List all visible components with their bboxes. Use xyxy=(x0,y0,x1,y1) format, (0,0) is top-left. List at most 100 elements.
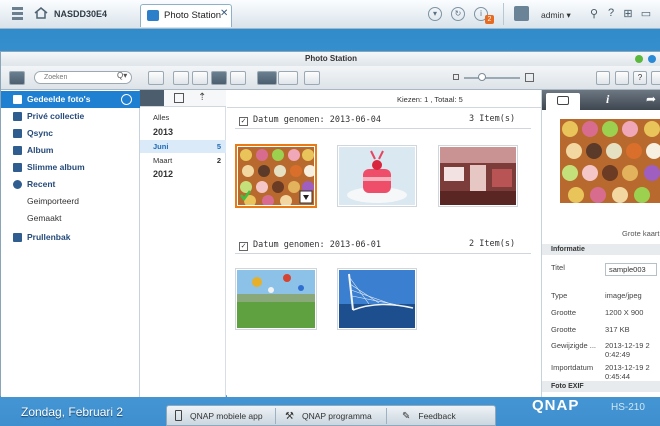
menu-icon[interactable] xyxy=(12,7,23,20)
album-icon xyxy=(13,146,22,155)
user-icon[interactable] xyxy=(514,6,529,21)
window-title: Photo Station xyxy=(1,52,660,66)
divider xyxy=(235,128,531,129)
sidebar-item-recent[interactable]: Recent xyxy=(1,176,140,193)
help-button[interactable]: ? xyxy=(633,71,647,85)
modified-label: Gewijzigde ... xyxy=(551,341,597,350)
qnap-program-button[interactable]: ⚒ QNAP programma xyxy=(285,409,372,423)
phone-icon xyxy=(175,410,182,421)
date-year-2012[interactable]: 2012 xyxy=(140,168,226,181)
sidebar-item-smart-album[interactable]: Slimme album xyxy=(1,159,140,176)
photo-thumbnail[interactable] xyxy=(235,268,317,330)
photo-filter-button[interactable] xyxy=(257,71,277,85)
group-checkbox[interactable]: ✓ xyxy=(239,117,248,126)
search-options-icon[interactable]: Q▾ xyxy=(117,71,127,80)
nas-name[interactable]: NASDD30E4 xyxy=(54,9,107,19)
sidebar-item-shared-photos[interactable]: Gedeelde foto's xyxy=(1,91,140,108)
close-tab-icon[interactable]: ✕ xyxy=(220,8,228,19)
share-info-icon[interactable] xyxy=(121,94,132,105)
group-count-2: 2 Item(s) xyxy=(469,239,516,249)
filesize-label: Grootte xyxy=(551,325,577,334)
photo-station-icon xyxy=(147,10,159,21)
tab-photo-station[interactable]: Photo Station ✕ xyxy=(140,4,232,27)
sidebar-item-imported[interactable]: Geimporteerd xyxy=(1,193,140,210)
folder-view-button[interactable] xyxy=(230,71,246,85)
refresh-button[interactable] xyxy=(596,71,610,85)
info-section-header: Informatie xyxy=(542,244,660,255)
search-icon[interactable]: ⚲ xyxy=(588,7,600,20)
info-icon[interactable]: i xyxy=(606,92,609,107)
divider xyxy=(227,107,541,108)
sidebar: Gedeelde foto's Privé collectie Qsync Al… xyxy=(1,90,140,397)
feedback-button[interactable]: ✎ Feedback xyxy=(402,409,456,423)
user-name[interactable]: admin ▾ xyxy=(541,10,571,21)
sidebar-item-album[interactable]: Album xyxy=(1,142,140,159)
group-header-1: ✓ Datum genomen: 2013-06-04 xyxy=(239,115,381,126)
photo-thumbnail[interactable] xyxy=(235,144,317,208)
zoom-small-icon xyxy=(453,74,459,80)
size-label: Grootte xyxy=(551,308,577,317)
map-caption[interactable]: Grote kaart xyxy=(622,229,660,238)
type-value: image/jpeg xyxy=(605,291,642,300)
date-toolbar: ⇡ xyxy=(140,90,226,107)
title-field[interactable]: sample003 xyxy=(605,263,657,276)
zoom-slider[interactable] xyxy=(464,77,520,79)
external-device-icon[interactable]: ↻ xyxy=(451,7,465,21)
macarons-preview-image xyxy=(560,119,660,203)
photo-thumbnail[interactable] xyxy=(337,268,417,330)
slideshow-button[interactable] xyxy=(304,71,320,85)
monitor-icon[interactable]: ▭ xyxy=(640,7,652,20)
timeline-icon[interactable] xyxy=(140,90,164,106)
smart-album-icon xyxy=(13,163,22,172)
sidebar-item-private[interactable]: Privé collectie xyxy=(1,108,140,125)
preview-image[interactable] xyxy=(560,119,660,203)
date-month-maart[interactable]: Maart 2 xyxy=(140,154,226,167)
sidebar-item-qsync[interactable]: Qsync xyxy=(1,125,140,142)
upload-icon[interactable]: ⇡ xyxy=(198,92,206,103)
apps-grid-icon[interactable]: ⊞ xyxy=(622,7,634,20)
sidebar-toggle-button[interactable] xyxy=(9,71,25,85)
group-checkbox[interactable]: ✓ xyxy=(239,242,248,251)
sidebar-item-created[interactable]: Gemaakt xyxy=(1,210,140,227)
settings-button[interactable] xyxy=(615,71,629,85)
more-button[interactable] xyxy=(651,71,660,85)
timeline-view-button[interactable] xyxy=(211,71,227,85)
date-month-juni[interactable]: Juni 5 xyxy=(140,140,226,153)
clock-icon xyxy=(13,180,22,189)
sidebar-item-trash[interactable]: Prullenbak xyxy=(1,229,140,246)
divider xyxy=(235,253,531,254)
help-icon[interactable]: ? xyxy=(605,7,617,20)
macarons-image xyxy=(238,147,316,207)
video-filter-button[interactable] xyxy=(278,71,298,85)
zoom-slider-handle[interactable] xyxy=(478,73,486,81)
maximize-icon[interactable] xyxy=(648,55,656,63)
list-view-button[interactable] xyxy=(148,71,164,85)
photo-station-window: Photo Station Zoeken Q▾ ? Gedeelde foto'… xyxy=(0,51,660,397)
home-icon[interactable] xyxy=(34,7,48,19)
selection-count: Kiezen: 1 , Totaal: 5 xyxy=(397,95,463,104)
details-panel: i ➦ Grote kaart Informatie Titel sample0… xyxy=(541,90,660,397)
share-arrow-icon[interactable]: ➦ xyxy=(646,92,656,106)
filesize-value: 317 KB xyxy=(605,325,630,334)
date-display: Zondag, Februari 2 xyxy=(21,405,124,419)
tab-label: Photo Station xyxy=(164,10,222,21)
tab-photo-info[interactable] xyxy=(546,93,580,110)
calendar-icon[interactable] xyxy=(174,93,184,103)
shop-display-image xyxy=(440,147,516,205)
mobile-app-button[interactable]: QNAP mobiele app xyxy=(175,409,263,423)
model-name: HS-210 xyxy=(611,402,645,413)
qsync-icon xyxy=(13,129,22,138)
title-label: Titel xyxy=(551,263,565,272)
camera-icon xyxy=(557,96,569,105)
size-value: 1200 X 900 xyxy=(605,308,644,317)
detail-view-button[interactable] xyxy=(192,71,208,85)
background-tasks-icon[interactable]: ▾ xyxy=(428,7,442,21)
thumbnail-view-button[interactable] xyxy=(173,71,189,85)
photo-thumbnail[interactable] xyxy=(337,145,417,207)
date-timeline: ⇡ Alles 2013 Juni 5 Maart 2 2012 xyxy=(140,90,226,397)
date-all[interactable]: Alles xyxy=(140,111,226,124)
shared-photos-icon xyxy=(13,95,22,104)
photo-thumbnail[interactable] xyxy=(438,145,518,207)
date-year-2013[interactable]: 2013 xyxy=(140,126,226,139)
minimize-icon[interactable] xyxy=(635,55,643,63)
